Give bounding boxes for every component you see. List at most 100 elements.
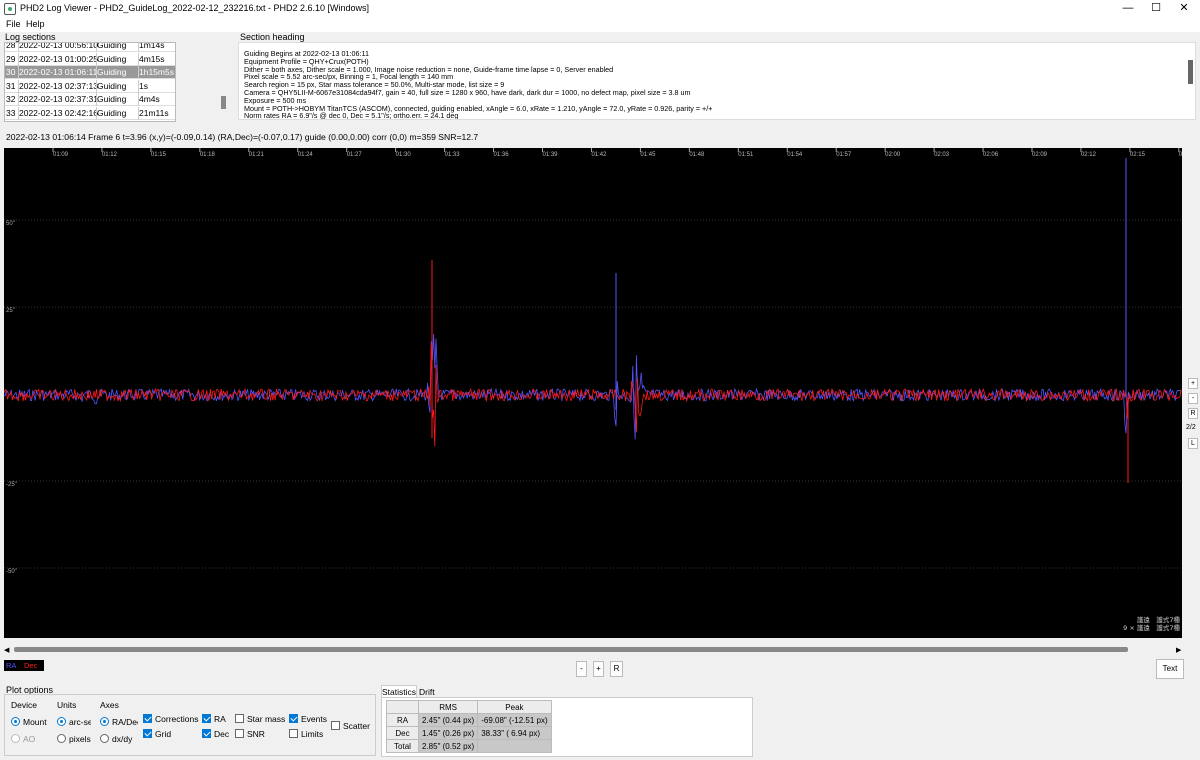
log-section-idx: 28 <box>6 42 16 50</box>
log-sections-label: Log sections <box>5 32 56 42</box>
column-divider <box>18 106 19 120</box>
log-section-idx: 32 <box>6 94 16 104</box>
corrections-checkbox[interactable] <box>143 714 152 723</box>
column-divider <box>138 43 139 52</box>
time-tick-label: 01:30 <box>396 152 412 158</box>
graph-lock-button[interactable]: L <box>1188 438 1198 449</box>
graph-zoom-out-button[interactable]: - <box>1188 393 1198 404</box>
stats-corner-cell <box>386 700 419 714</box>
time-tick-label: 01:39 <box>543 152 559 158</box>
axes-group-label: Axes <box>100 700 119 710</box>
units-arcsec-radio[interactable] <box>57 717 66 726</box>
log-section-row[interactable]: 28 2022-02-13 00:56:10 Guiding 1m14s <box>5 42 175 52</box>
text-button[interactable]: Text <box>1156 659 1184 679</box>
time-tick-label: 01:12 <box>102 152 118 158</box>
log-section-date: 2022-02-13 01:06:11 <box>19 67 98 77</box>
statistics-table: RMS Peak RA 2.45" (0.44 px) -69.08" (-12… <box>386 700 552 753</box>
stats-rms-value: 2.85" (0.52 px) <box>417 739 479 753</box>
log-section-dur: 4m15s <box>139 53 165 64</box>
ra-checkbox[interactable] <box>202 714 211 723</box>
menu-file[interactable]: File <box>6 19 21 29</box>
log-sections-table[interactable]: 28 2022-02-13 00:56:10 Guiding 1m14s 29 2022-… <box>4 42 176 122</box>
time-tick-label: 01:54 <box>787 152 803 158</box>
grid-checkbox[interactable] <box>143 729 152 738</box>
dec-checkbox[interactable] <box>202 729 211 738</box>
stats-rms-value: 1.45" (0.26 px) <box>417 726 479 740</box>
scroll-right-arrow-icon[interactable]: ▶ <box>1176 646 1181 654</box>
axes-dxdy-label: dx/dy <box>112 734 133 744</box>
device-mount-radio[interactable] <box>11 717 20 726</box>
time-tick-label: 01:42 <box>591 152 607 158</box>
log-section-type: Guiding <box>97 94 127 104</box>
column-divider <box>138 93 139 106</box>
log-section-row[interactable]: 29 2022-02-13 01:00:25 Guiding 4m15s <box>5 52 175 66</box>
zoom-reset-button[interactable]: R <box>610 661 623 677</box>
log-section-date: 2022-02-13 01:00:25 <box>19 53 98 64</box>
column-divider <box>138 106 139 120</box>
close-button[interactable]: ✕ <box>1166 0 1200 18</box>
column-divider <box>138 52 139 66</box>
frame-status: 2022-02-13 01:06:14 Frame 6 t=3.96 (x,y)… <box>6 132 479 142</box>
time-tick-label: 02:00 <box>885 152 901 158</box>
stats-peak-value: 38.33" ( 6.94 px) <box>477 726 552 740</box>
graph-reset-button[interactable]: R <box>1188 408 1198 419</box>
zoom-out-button[interactable]: - <box>576 661 587 677</box>
time-tick-label: 02:12 <box>1081 152 1097 158</box>
tab-drift[interactable]: Drift <box>419 687 435 697</box>
events-checkbox[interactable] <box>289 714 298 723</box>
column-divider <box>138 79 139 93</box>
time-tick-label: 02:06 <box>983 152 999 158</box>
limits-checkbox[interactable] <box>289 729 298 738</box>
stats-peak-value <box>477 739 552 753</box>
log-section-dur: 1m14s <box>139 42 165 50</box>
guide-graph[interactable]: 01:09 01:12 01:15 01:18 01:21 01:24 01:27 01:30… <box>4 148 1182 638</box>
log-section-row[interactable]: 31 2022-02-13 02:37:13 Guiding 1s <box>5 79 175 93</box>
column-divider <box>18 52 19 66</box>
device-ao-radio[interactable] <box>11 734 20 743</box>
log-section-type: Guiding <box>97 42 127 50</box>
stats-peak-header: Peak <box>477 700 552 714</box>
units-arcsec-label: arc-sec <box>69 717 91 727</box>
time-tick-label: 01:09 <box>53 152 69 158</box>
star-mass-checkbox[interactable] <box>235 714 244 723</box>
axes-radec-radio[interactable] <box>100 717 109 726</box>
event-label: 9 × 護遠 護式7種 <box>1123 623 1180 632</box>
time-tick-label: 01:21 <box>249 152 265 158</box>
device-ao-label: AO <box>23 734 36 744</box>
log-section-idx: 29 <box>6 53 16 64</box>
menu-help[interactable]: Help <box>26 19 45 29</box>
column-divider <box>18 79 19 93</box>
log-section-row[interactable]: 33 2022-02-13 02:42:16 Guiding 21m11s <box>5 106 175 120</box>
log-section-row[interactable]: 32 2022-02-13 02:37:31 Guiding 4m4s <box>5 93 175 106</box>
column-divider <box>96 52 97 66</box>
column-divider <box>96 66 97 79</box>
app-icon <box>4 3 16 15</box>
section-heading-label: Section heading <box>240 32 305 42</box>
graph-scroll-thumb[interactable] <box>14 647 1128 652</box>
column-divider <box>96 93 97 106</box>
time-tick-label: 01:57 <box>836 152 852 158</box>
stats-row-label: RA <box>386 713 419 727</box>
log-section-date: 2022-02-13 02:42:16 <box>19 107 98 118</box>
snr-checkbox[interactable] <box>235 729 244 738</box>
ra-label: RA <box>214 714 226 724</box>
section-heading-text: Guiding Begins at 2022-02-13 01:06:11 Equ… <box>238 42 1196 120</box>
column-divider <box>96 106 97 120</box>
log-section-row[interactable]: 30 2022-02-13 01:06:11 Guiding 1h15m5s <box>5 66 175 79</box>
units-pixels-radio[interactable] <box>57 734 66 743</box>
scroll-left-arrow-icon[interactable]: ◀ <box>4 646 9 654</box>
column-divider <box>138 66 139 79</box>
log-sections-scrollbar[interactable] <box>221 96 226 109</box>
graph-zoom-in-button[interactable]: + <box>1188 378 1198 389</box>
time-tick-label: 01:18 <box>200 152 216 158</box>
stats-row-label: Total <box>386 739 419 753</box>
stats-row-label: Dec <box>386 726 419 740</box>
stats-peak-value: -69.08" (-12.51 px) <box>477 713 552 727</box>
log-section-type: Guiding <box>97 80 127 91</box>
log-section-idx: 30 <box>6 67 16 77</box>
guide-graph-canvas[interactable]: 01:09 01:12 01:15 01:18 01:21 01:24 01:27 01:30… <box>4 148 1182 638</box>
scatter-checkbox[interactable] <box>331 721 340 730</box>
axes-dxdy-radio[interactable] <box>100 734 109 743</box>
zoom-in-button[interactable]: + <box>593 661 604 677</box>
section-heading-scrollbar[interactable] <box>1188 60 1193 84</box>
